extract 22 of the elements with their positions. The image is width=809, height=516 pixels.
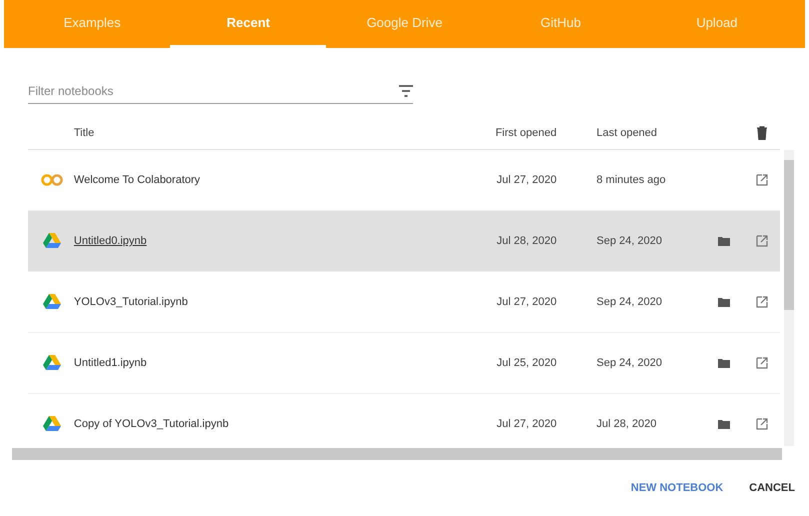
cancel-button[interactable]: CANCEL [749, 478, 795, 498]
notebook-row[interactable]: Untitled0.ipynb Jul 28, 2020 Sep 24, 2020 [28, 211, 780, 272]
date-cell-text: Jul 27, 2020 [496, 174, 557, 186]
date-cell-text: Sep 24, 2020 [596, 235, 663, 247]
column-header: Last opened [596, 126, 658, 138]
date-cell-text: 8 minutes ago [596, 174, 667, 186]
notebook-title[interactable]: Copy of YOLOv3_Tutorial.ipynb [74, 418, 457, 430]
date-cell-text: Jul 25, 2020 [496, 357, 557, 369]
notebook-title[interactable]: Untitled1.ipynb [74, 357, 457, 369]
date-cell-text: Jul 27, 2020 [496, 418, 557, 430]
filter-input[interactable]: Filter notebooks [28, 84, 399, 98]
column-header: First opened [494, 126, 557, 138]
date-cell-text: Jul 28, 2020 [496, 235, 557, 247]
new-notebook-button[interactable]: NEW NOTEBOOK [630, 478, 724, 498]
notebook-title[interactable]: YOLOv3_Tutorial.ipynb [74, 296, 457, 308]
notebook-title[interactable]: Untitled0.ipynb [74, 235, 457, 247]
date-cell-text: Jul 28, 2020 [596, 418, 658, 430]
notebook-title[interactable]: Welcome To Colaboratory [74, 174, 457, 186]
date-cell-text: Sep 24, 2020 [596, 296, 663, 308]
column-header: Title [74, 126, 96, 138]
date-cell-text: Jul 27, 2020 [496, 296, 557, 308]
date-cell-text: Sep 24, 2020 [596, 357, 663, 369]
